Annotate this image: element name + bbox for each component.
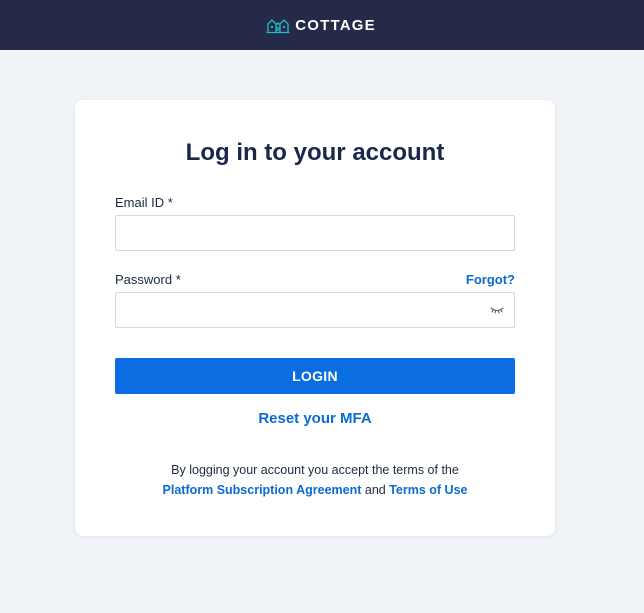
terms-links-line: Platform Subscription Agreement and Term… bbox=[75, 480, 555, 500]
password-label: Password * bbox=[115, 272, 181, 287]
login-button[interactable]: LOGIN bbox=[115, 358, 515, 394]
password-field-wrapper bbox=[115, 292, 515, 328]
email-field[interactable] bbox=[116, 216, 514, 250]
terms-of-use-link[interactable]: Terms of Use bbox=[389, 483, 467, 497]
terms-and-text: and bbox=[364, 483, 386, 497]
terms-notice: By logging your account you accept the t… bbox=[75, 460, 555, 500]
password-field[interactable] bbox=[116, 293, 514, 327]
brand-name: COTTAGE bbox=[295, 16, 376, 34]
email-label: Email ID * bbox=[115, 195, 173, 210]
page-title: Log in to your account bbox=[185, 139, 445, 166]
platform-subscription-agreement-link[interactable]: Platform Subscription Agreement bbox=[163, 483, 362, 497]
terms-prefix-text: By logging your account you accept the t… bbox=[171, 463, 459, 477]
reset-mfa-link[interactable]: Reset your MFA bbox=[75, 410, 555, 427]
login-card: Log in to your account Email ID * Passwo… bbox=[75, 100, 555, 536]
forgot-password-link[interactable]: Forgot? bbox=[466, 272, 515, 287]
top-navigation-bar: COTTAGE bbox=[0, 0, 644, 50]
email-field-wrapper bbox=[115, 215, 515, 251]
brand-logo[interactable]: COTTAGE bbox=[266, 16, 376, 34]
eye-closed-icon[interactable] bbox=[490, 305, 504, 315]
cottage-logo-icon bbox=[266, 19, 290, 34]
